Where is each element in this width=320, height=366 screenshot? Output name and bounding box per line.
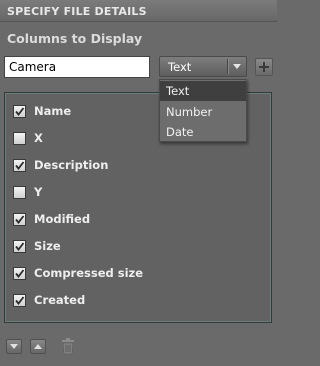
checkbox-checked[interactable] bbox=[13, 213, 26, 226]
move-down-button[interactable] bbox=[6, 339, 22, 354]
list-item[interactable]: Size bbox=[5, 237, 245, 257]
panel-header: SPECIFY FILE DETAILS bbox=[0, 0, 277, 22]
list-item-label: Name bbox=[34, 104, 72, 118]
checkmark-icon bbox=[15, 107, 25, 116]
plus-icon bbox=[259, 62, 269, 72]
list-item-label: Y bbox=[34, 185, 43, 199]
dropdown-option-text[interactable]: Text bbox=[160, 81, 246, 101]
list-item[interactable]: Modified bbox=[5, 210, 245, 230]
add-column-button[interactable] bbox=[255, 58, 273, 76]
dropdown-option-date[interactable]: Date bbox=[160, 122, 246, 142]
arrow-up-icon bbox=[34, 344, 42, 349]
checkmark-icon bbox=[15, 296, 25, 305]
list-item-label: Created bbox=[34, 293, 86, 307]
list-item-label: Modified bbox=[34, 212, 91, 226]
panel-title: SPECIFY FILE DETAILS bbox=[7, 5, 147, 18]
list-item-label: Compressed size bbox=[34, 266, 144, 280]
column-name-input[interactable] bbox=[4, 56, 150, 78]
type-select-value: Text bbox=[168, 60, 192, 74]
arrow-down-icon bbox=[10, 344, 18, 349]
checkmark-icon bbox=[15, 161, 25, 170]
type-select[interactable]: Text bbox=[159, 56, 247, 77]
list-item-label: X bbox=[34, 131, 43, 145]
list-item[interactable]: Created bbox=[5, 291, 245, 311]
list-item-label: Description bbox=[34, 158, 109, 172]
chevron-down-icon bbox=[233, 64, 241, 69]
checkbox-checked[interactable] bbox=[13, 267, 26, 280]
list-item[interactable]: Y bbox=[5, 183, 245, 203]
select-divider bbox=[227, 59, 229, 74]
move-up-button[interactable] bbox=[30, 339, 46, 354]
checkbox-checked[interactable] bbox=[13, 105, 26, 118]
checkbox-checked[interactable] bbox=[13, 159, 26, 172]
list-item-label: Size bbox=[34, 239, 61, 253]
checkbox-unchecked[interactable] bbox=[13, 132, 26, 145]
checkmark-icon bbox=[15, 242, 25, 251]
list-item[interactable]: Compressed size bbox=[5, 264, 245, 284]
type-dropdown-menu: Text Number Date bbox=[159, 79, 247, 142]
checkbox-checked[interactable] bbox=[13, 240, 26, 253]
checkbox-checked[interactable] bbox=[13, 294, 26, 307]
trash-icon[interactable] bbox=[61, 338, 75, 355]
checkbox-unchecked[interactable] bbox=[13, 186, 26, 199]
dropdown-option-number[interactable]: Number bbox=[160, 102, 246, 122]
list-item[interactable]: Description bbox=[5, 156, 245, 176]
checkmark-icon bbox=[15, 215, 25, 224]
checkmark-icon bbox=[15, 269, 25, 278]
section-title: Columns to Display bbox=[7, 31, 143, 46]
